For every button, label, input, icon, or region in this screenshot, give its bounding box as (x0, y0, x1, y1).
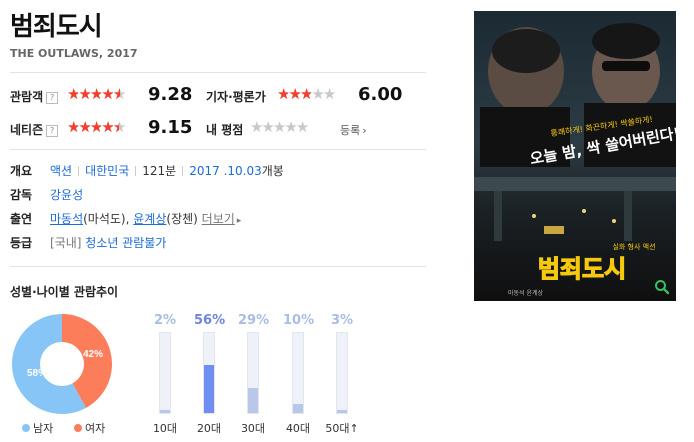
role-text: (마석도) (83, 212, 126, 226)
release-suffix: 개봉 (261, 164, 284, 178)
cast-value: 마동석(마석도), 윤계상(장첸) 더보기 ▸ (50, 210, 241, 227)
overview-value: 액션 대한민국 121분 2017 .10.03개봉 (50, 162, 284, 179)
age-bar-fill (293, 404, 303, 413)
grade-value: [국내] 청소년 관람불가 (50, 234, 166, 251)
age-label: 40대 (285, 422, 311, 435)
audience-score: 9.28 (148, 84, 193, 105)
star-icon: ★★ (89, 85, 104, 103)
actor-link[interactable]: 윤계상 (133, 212, 166, 226)
star-icon: ★★ (101, 118, 115, 136)
actor-link[interactable]: 마동석 (50, 212, 83, 226)
grade-label: 등급 (10, 236, 33, 250)
help-icon[interactable]: ? (46, 125, 59, 137)
star-icon: ★ (284, 118, 298, 136)
star-icon: ★★ (78, 85, 92, 103)
overview-label: 개요 (10, 164, 33, 178)
grade-link[interactable]: 청소년 관람불가 (85, 236, 166, 250)
age-bar (336, 332, 348, 414)
audience-stars: ★ ★ ★ ★ ★ ★ ★ ★ ★ ★ (67, 85, 127, 103)
my-rating-stars[interactable]: ★★★★★ (250, 118, 310, 136)
age-bar (247, 332, 259, 414)
country-link[interactable]: 대한민국 (85, 164, 129, 178)
age-label: 50대↑ (325, 422, 359, 435)
separator: , (125, 212, 130, 226)
critic-score: 6.00 (358, 84, 403, 105)
divider (10, 149, 426, 150)
help-icon[interactable]: ? (46, 92, 59, 104)
age-bar-fill (248, 388, 258, 413)
female-dot-icon (74, 424, 82, 432)
star-icon: ★ (261, 118, 275, 136)
divider (10, 266, 426, 267)
star-icon: ★★ (112, 85, 127, 103)
role-text: (장첸) (166, 212, 198, 226)
male-percent-label: 58% (27, 368, 47, 379)
caret-right-icon: ▸ (236, 216, 242, 226)
movie-poster[interactable]: 통쾌하게! 화끈하게! 싹쓸하게! 오늘 밤, 싹 쓸어버린다! 실화 형사 액… (474, 11, 676, 301)
star-icon: ★★ (89, 118, 104, 136)
poster-genre-tag: 실화 형사 액션 (612, 242, 655, 251)
star-icon: ★★ (78, 118, 92, 136)
age-label: 20대 (196, 422, 222, 435)
critic-stars: ★ ★ ★ ★ ★ ★ ★★ (277, 85, 337, 103)
runtime: 121분 (142, 164, 177, 178)
my-rating-label: 내 평점 (206, 123, 244, 137)
star-icon: ★ (295, 118, 310, 136)
register-rating-link[interactable]: 등록 › (340, 122, 367, 138)
star-icon: ★★ (101, 85, 115, 103)
genre-link[interactable]: 액션 (50, 164, 72, 178)
age-label: 30대 (240, 422, 266, 435)
age-bar-fill (337, 410, 347, 413)
age-percent-label: 56% (194, 313, 226, 328)
age-bar-fill (160, 410, 170, 413)
movie-subtitle: THE OUTLAWS, 2017 (10, 47, 138, 60)
female-percent-label: 42% (83, 349, 103, 360)
age-percent-label: 2% (153, 313, 177, 328)
age-percent-label: 10% (283, 313, 315, 328)
poster-credits: 마동석 윤계상 (508, 289, 544, 297)
netizen-score: 9.15 (148, 117, 193, 138)
age-label: 10대 (152, 422, 178, 435)
legend-male: 남자 (22, 420, 53, 436)
star-icon: ★ (322, 85, 337, 103)
netizen-rating-label: 네티즌? (10, 121, 59, 138)
more-cast-link[interactable]: 더보기 (202, 212, 235, 226)
star-icon: ★★ (277, 85, 291, 103)
star-icon: ★★ (288, 85, 302, 103)
poster-title: 범죄도시 (538, 255, 626, 283)
age-bar-fill (204, 365, 214, 413)
cast-label: 출연 (10, 212, 33, 226)
age-percent-label: 3% (330, 313, 354, 328)
audience-rating-label: 관람객? (10, 88, 59, 105)
magnifier-icon[interactable] (654, 279, 670, 295)
male-dot-icon (22, 424, 30, 432)
star-icon: ★★ (67, 118, 81, 136)
age-bar (159, 332, 171, 414)
gender-donut-chart: 58% 42% (12, 314, 113, 414)
grade-region: [국내] (50, 236, 82, 250)
age-bar (292, 332, 304, 414)
demographics-title: 성별·나이별 관람추이 (10, 285, 119, 299)
critic-rating-label: 기자·평론가 (206, 90, 266, 104)
age-bar (203, 332, 215, 414)
divider (10, 72, 426, 73)
star-icon: ★ (250, 118, 264, 136)
chevron-right-icon: › (362, 124, 367, 137)
release-date-link[interactable]: 2017 .10.03 (189, 164, 262, 178)
star-icon: ★ (272, 118, 287, 136)
age-percent-label: 29% (238, 313, 270, 328)
star-icon: ★★ (299, 85, 314, 103)
netizen-stars: ★★★★★★★★★★ (67, 118, 127, 136)
director-value: 강윤성 (50, 186, 83, 203)
director-link[interactable]: 강윤성 (50, 188, 83, 202)
legend-female: 여자 (74, 420, 105, 436)
movie-title: 범죄도시 (10, 12, 103, 42)
star-icon: ★ (311, 85, 325, 103)
star-icon: ★★ (112, 118, 127, 136)
star-icon: ★★ (67, 85, 81, 103)
director-label: 감독 (10, 188, 33, 202)
